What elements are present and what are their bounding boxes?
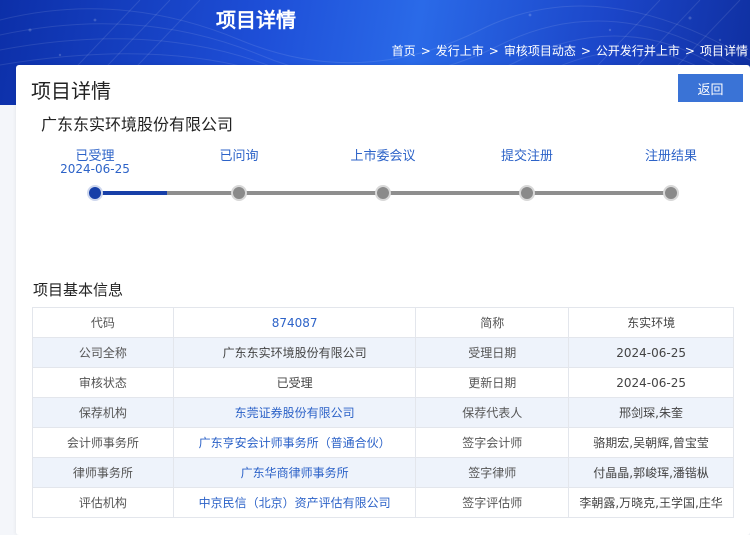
- step-label: 上市委会议: [350, 149, 416, 164]
- project-detail-card: 项目详情 返回 广东东实环境股份有限公司 已受理 2024-06-25 已问询 上市委…: [16, 65, 750, 535]
- step-dot: [375, 185, 391, 201]
- table-row: 公司全称 广东东实环境股份有限公司 受理日期 2024-06-25: [32, 337, 734, 368]
- breadcrumb: 首页 > 发行上市 > 审核项目动态 > 公开发行并上市 > 项目详情: [392, 42, 748, 59]
- progress-tracker: 已受理 2024-06-25 已问询 上市委会议 提交注册 注册结果: [16, 65, 750, 265]
- step-label: 注册结果: [644, 149, 697, 164]
- field-label: 审核状态: [32, 367, 174, 398]
- field-label: 更新日期: [415, 367, 570, 398]
- field-value-link[interactable]: 中京民信（北京）资产评估有限公司: [172, 487, 417, 518]
- breadcrumb-item[interactable]: 首页: [392, 44, 416, 58]
- field-value-link[interactable]: 广东亨安会计师事务所（普通合伙）: [172, 427, 417, 458]
- field-label: 签字律师: [415, 457, 570, 488]
- table-row: 评估机构 中京民信（北京）资产评估有限公司 签字评估师 李朝露,万晓克,王学国,庄华: [32, 487, 734, 518]
- step-dot: [87, 185, 103, 201]
- field-label: 代码: [32, 307, 174, 338]
- breadcrumb-item[interactable]: 公开发行并上市: [596, 44, 680, 58]
- progress-fill: [95, 191, 167, 195]
- step-label: 提交注册: [500, 149, 553, 164]
- field-label: 简称: [415, 307, 570, 338]
- step-dot: [663, 185, 679, 201]
- field-value: 骆期宏,吴朝辉,曾宝莹: [568, 427, 734, 458]
- field-label: 签字会计师: [415, 427, 570, 458]
- field-value: 2024-06-25: [568, 367, 734, 398]
- basic-info-table: 代码 874087 简称 东实环境 公司全称 广东东实环境股份有限公司 受理日期 2024-0…: [32, 307, 734, 518]
- field-value: 2024-06-25: [568, 337, 734, 368]
- field-label: 受理日期: [415, 337, 570, 368]
- breadcrumb-separator: >: [580, 44, 591, 58]
- section-title-basic-info: 项目基本信息: [33, 281, 124, 299]
- field-value: 广东东实环境股份有限公司: [172, 337, 417, 368]
- breadcrumb-item[interactable]: 发行上市: [436, 44, 484, 58]
- breadcrumb-separator: >: [488, 44, 499, 58]
- breadcrumb-item[interactable]: 审核项目动态: [504, 44, 576, 58]
- field-label: 签字评估师: [415, 487, 570, 518]
- table-row: 保荐机构 东莞证券股份有限公司 保荐代表人 邢剑琛,朱奎: [32, 397, 734, 428]
- step-date: 2024-06-25: [60, 162, 130, 176]
- breadcrumb-separator: >: [684, 44, 695, 58]
- step-dot: [519, 185, 535, 201]
- field-label: 评估机构: [32, 487, 174, 518]
- step-dot: [231, 185, 247, 201]
- breadcrumb-separator: >: [420, 44, 431, 58]
- field-value: 邢剑琛,朱奎: [568, 397, 734, 428]
- table-row: 审核状态 已受理 更新日期 2024-06-25: [32, 367, 734, 398]
- field-value: 已受理: [172, 367, 417, 398]
- field-label: 保荐代表人: [415, 397, 570, 428]
- field-label: 会计师事务所: [32, 427, 174, 458]
- step-label: 已问询: [219, 149, 259, 164]
- table-row: 代码 874087 简称 东实环境: [32, 307, 734, 338]
- table-row: 会计师事务所 广东亨安会计师事务所（普通合伙） 签字会计师 骆期宏,吴朝辉,曾宝莹: [32, 427, 734, 458]
- field-value: 李朝露,万晓克,王学国,庄华: [568, 487, 734, 518]
- field-value: 东实环境: [568, 307, 734, 338]
- field-label: 公司全称: [32, 337, 174, 368]
- banner-title: 项目详情: [216, 8, 296, 32]
- breadcrumb-item: 项目详情: [699, 44, 748, 58]
- field-value-link[interactable]: 874087: [172, 307, 417, 338]
- field-value-link[interactable]: 东莞证券股份有限公司: [172, 397, 417, 428]
- table-row: 律师事务所 广东华商律师事务所 签字律师 付晶晶,郭峻珲,潘锴枞: [32, 457, 734, 488]
- field-label: 律师事务所: [32, 457, 174, 488]
- field-value: 付晶晶,郭峻珲,潘锴枞: [568, 457, 734, 488]
- field-value-link[interactable]: 广东华商律师事务所: [172, 457, 417, 488]
- field-label: 保荐机构: [32, 397, 174, 428]
